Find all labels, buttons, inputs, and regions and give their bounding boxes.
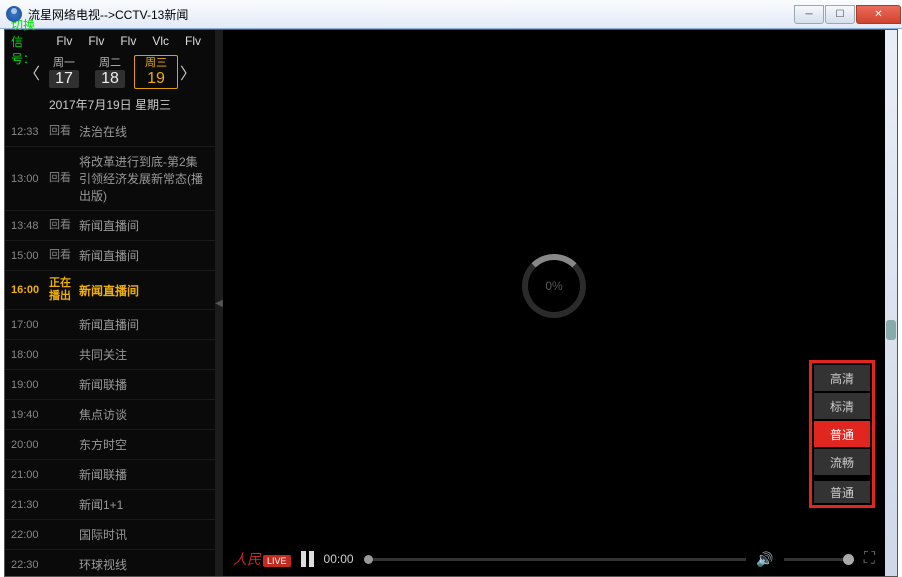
minimize-button[interactable]: ─ bbox=[794, 5, 824, 24]
program-time: 13:48 bbox=[11, 220, 49, 232]
buffer-spinner: 0% bbox=[522, 254, 586, 318]
program-row[interactable]: 18:00 共同关注 bbox=[5, 340, 215, 370]
program-tag: 回看 bbox=[49, 249, 79, 262]
program-row[interactable]: 13:00回看将改革进行到底-第2集 引领经济发展新常态(播出版) bbox=[5, 147, 215, 211]
program-title: 国际时讯 bbox=[79, 526, 209, 543]
fullscreen-button[interactable]: ⛶ bbox=[864, 550, 875, 568]
program-row[interactable]: 15:00回看新闻直播间 bbox=[5, 241, 215, 271]
program-title: 法治在线 bbox=[79, 123, 209, 140]
window-title: 流星网络电视-->CCTV-13新闻 bbox=[28, 6, 794, 23]
quality-current-button[interactable]: 普通 bbox=[814, 481, 870, 503]
program-row[interactable]: 22:00 国际时讯 bbox=[5, 520, 215, 550]
program-time: 13:00 bbox=[11, 173, 49, 185]
video-pane: 0% 高清标清普通流畅 普通 人民LIVE 00:00 🔊 ⛶ bbox=[223, 30, 885, 576]
program-title: 新闻直播间 bbox=[79, 316, 209, 333]
program-time: 22:30 bbox=[11, 559, 49, 571]
program-title: 环球视线 bbox=[79, 556, 209, 573]
program-tag: 回看 bbox=[49, 172, 79, 185]
program-title: 新闻直播间 bbox=[79, 247, 209, 264]
sidebar-collapse-handle[interactable]: ◀ bbox=[215, 30, 223, 576]
program-time: 16:00 bbox=[11, 284, 49, 296]
program-row[interactable]: 19:40 焦点访谈 bbox=[5, 400, 215, 430]
day-tab[interactable]: 周一 17 bbox=[42, 55, 86, 89]
program-time: 21:00 bbox=[11, 469, 49, 481]
program-row[interactable]: 19:00 新闻联播 bbox=[5, 370, 215, 400]
buffer-percent: 0% bbox=[545, 279, 562, 293]
quality-option[interactable]: 流畅 bbox=[814, 449, 870, 475]
program-title: 将改革进行到底-第2集 引领经济发展新常态(播出版) bbox=[79, 153, 209, 204]
program-time: 12:33 bbox=[11, 126, 49, 138]
program-title: 东方时空 bbox=[79, 436, 209, 453]
date-header: 2017年7月19日 星期三 bbox=[5, 92, 215, 117]
quality-option[interactable]: 高清 bbox=[814, 365, 870, 391]
program-time: 19:40 bbox=[11, 409, 49, 421]
program-time: 19:00 bbox=[11, 379, 49, 391]
time-label: 00:00 bbox=[324, 552, 354, 566]
program-tag: 正在 播出 bbox=[49, 277, 79, 303]
quality-panel: 高清标清普通流畅 普通 bbox=[809, 360, 875, 508]
program-row[interactable]: 20:00 东方时空 bbox=[5, 430, 215, 460]
app-window: 流星网络电视-->CCTV-13新闻 ─ ☐ ✕ 切换信号： Flv Flv F… bbox=[0, 0, 902, 577]
volume-thumb[interactable] bbox=[843, 554, 854, 565]
program-title: 焦点访谈 bbox=[79, 406, 209, 423]
day-tab[interactable]: 周二 18 bbox=[88, 55, 132, 89]
program-time: 22:00 bbox=[11, 529, 49, 541]
program-row[interactable]: 13:48回看新闻直播间 bbox=[5, 211, 215, 241]
maximize-button[interactable]: ☐ bbox=[825, 5, 855, 24]
next-day-arrow[interactable]: 〉 bbox=[180, 60, 196, 84]
video-area[interactable]: 0% 高清标清普通流畅 普通 bbox=[223, 30, 885, 542]
quality-option[interactable]: 标清 bbox=[814, 393, 870, 419]
program-row[interactable]: 22:30 环球视线 bbox=[5, 550, 215, 576]
program-sidebar: 切换信号： Flv Flv Flv Vlc Flv 〈 周一 17 周二 18 … bbox=[5, 30, 215, 576]
seek-track[interactable] bbox=[364, 558, 747, 561]
signal-format[interactable]: Flv bbox=[112, 34, 144, 48]
volume-track[interactable] bbox=[784, 558, 854, 561]
signal-format[interactable]: Flv bbox=[80, 34, 112, 48]
signal-row: 切换信号： Flv Flv Flv Vlc Flv bbox=[5, 30, 215, 52]
pause-button[interactable] bbox=[301, 551, 314, 567]
program-title: 新闻联播 bbox=[79, 376, 209, 393]
program-row[interactable]: 17:00 新闻直播间 bbox=[5, 310, 215, 340]
program-row[interactable]: 21:30 新闻1+1 bbox=[5, 490, 215, 520]
program-row[interactable]: 16:00正在 播出新闻直播间 bbox=[5, 271, 215, 310]
titlebar[interactable]: 流星网络电视-->CCTV-13新闻 ─ ☐ ✕ bbox=[0, 0, 902, 29]
program-time: 17:00 bbox=[11, 319, 49, 331]
program-title: 新闻联播 bbox=[79, 466, 209, 483]
program-title: 新闻直播间 bbox=[79, 282, 209, 299]
signal-format[interactable]: Flv bbox=[177, 34, 209, 48]
broadcaster-logo: 人民LIVE bbox=[233, 549, 291, 569]
program-title: 新闻1+1 bbox=[79, 496, 209, 513]
program-tag: 回看 bbox=[49, 125, 79, 138]
signal-format[interactable]: Vlc bbox=[144, 34, 177, 48]
scrollbar-thumb[interactable] bbox=[886, 320, 896, 340]
signal-format[interactable]: Flv bbox=[48, 34, 80, 48]
program-title: 新闻直播间 bbox=[79, 217, 209, 234]
program-row[interactable]: 12:33回看法治在线 bbox=[5, 117, 215, 147]
program-row[interactable]: 21:00 新闻联播 bbox=[5, 460, 215, 490]
program-time: 20:00 bbox=[11, 439, 49, 451]
window-scrollbar[interactable] bbox=[885, 30, 897, 576]
day-tab-active[interactable]: 周三 19 bbox=[134, 55, 178, 89]
quality-option[interactable]: 普通 bbox=[814, 421, 870, 447]
app-icon bbox=[6, 6, 22, 22]
close-button[interactable]: ✕ bbox=[856, 5, 901, 24]
program-time: 15:00 bbox=[11, 250, 49, 262]
seek-thumb[interactable] bbox=[364, 555, 373, 564]
program-title: 共同关注 bbox=[79, 346, 209, 363]
program-time: 21:30 bbox=[11, 499, 49, 511]
day-tabs: 〈 周一 17 周二 18 周三 19 〉 bbox=[5, 52, 215, 92]
volume-icon[interactable]: 🔊 bbox=[756, 551, 773, 568]
player-controls: 人民LIVE 00:00 🔊 ⛶ bbox=[223, 542, 885, 576]
program-time: 18:00 bbox=[11, 349, 49, 361]
program-list[interactable]: 12:33回看法治在线13:00回看将改革进行到底-第2集 引领经济发展新常态(… bbox=[5, 117, 215, 576]
program-tag: 回看 bbox=[49, 219, 79, 232]
prev-day-arrow[interactable]: 〈 bbox=[24, 60, 40, 84]
